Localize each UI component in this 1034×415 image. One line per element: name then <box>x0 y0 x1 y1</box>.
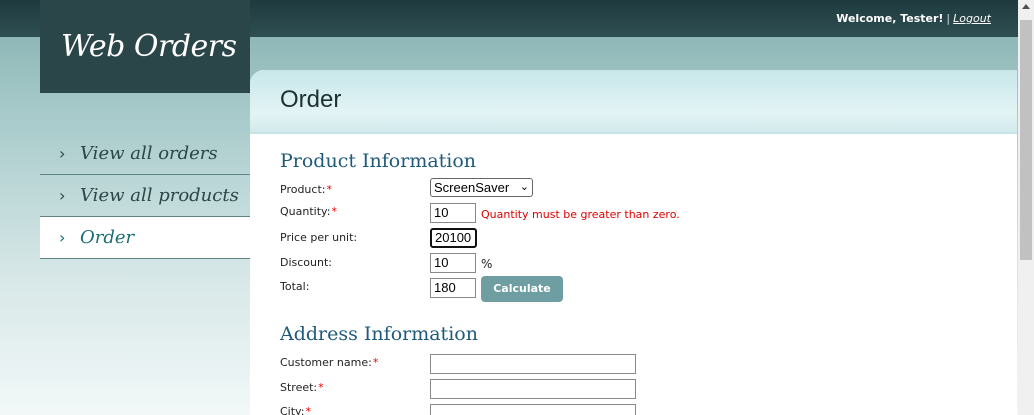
price-label: Price per unit: <box>280 231 358 244</box>
total-label: Total: <box>280 280 310 293</box>
calculate-button[interactable]: Calculate <box>481 276 563 302</box>
price-input[interactable]: 20100 <box>430 228 477 248</box>
main-content: Order Product Information Product:* Scre… <box>250 70 1017 415</box>
discount-input[interactable]: 10 <box>430 253 476 273</box>
sidebar-item-label: View all orders <box>80 143 218 164</box>
discount-label: Discount: <box>280 256 332 269</box>
address-section-title: Address Information <box>280 323 478 345</box>
product-select-value: ScreenSaver <box>434 180 510 195</box>
quantity-error: Quantity must be greater than zero. <box>481 208 680 221</box>
discount-unit: % <box>481 257 493 271</box>
header-separator: | <box>946 12 951 25</box>
sidebar-item-label: Order <box>80 227 135 248</box>
chevron-down-icon: ⌄ <box>519 181 529 193</box>
chevron-right-icon: › <box>59 228 66 247</box>
scrollbar-thumb[interactable] <box>1020 20 1032 260</box>
logout-link[interactable]: Logout <box>953 12 991 25</box>
quantity-label: Quantity:* <box>280 205 337 218</box>
logo-text: Web Orders <box>61 29 237 64</box>
sidebar-item-order[interactable]: › Order <box>40 217 250 259</box>
sidebar-item-label: View all products <box>80 185 239 206</box>
page-header: Order <box>250 70 1017 134</box>
customer-name-label: Customer name:* <box>280 356 379 369</box>
scroll-up-icon[interactable] <box>1022 4 1030 9</box>
product-select[interactable]: ScreenSaver ⌄ <box>430 178 533 197</box>
chevron-right-icon: › <box>59 186 66 205</box>
city-label: City:* <box>280 405 311 415</box>
user-welcome: Welcome, Tester! | Logout <box>836 12 991 25</box>
page-title: Order <box>280 86 342 113</box>
quantity-input[interactable]: 10 <box>430 203 476 223</box>
welcome-text: Welcome, Tester! <box>836 12 944 25</box>
sidebar-item-view-all-products[interactable]: › View all products <box>40 175 250 217</box>
product-label: Product:* <box>280 183 332 196</box>
app-logo: Web Orders <box>40 0 250 93</box>
vertical-scrollbar[interactable] <box>1018 0 1034 415</box>
street-label: Street:* <box>280 381 324 394</box>
chevron-right-icon: › <box>59 144 66 163</box>
city-input[interactable] <box>430 404 636 415</box>
sidebar-nav: › View all orders › View all products › … <box>40 133 250 259</box>
customer-name-input[interactable] <box>430 354 636 374</box>
total-input[interactable]: 180 <box>430 278 476 298</box>
street-input[interactable] <box>430 379 636 399</box>
product-section-title: Product Information <box>280 150 477 172</box>
sidebar-item-view-all-orders[interactable]: › View all orders <box>40 133 250 175</box>
